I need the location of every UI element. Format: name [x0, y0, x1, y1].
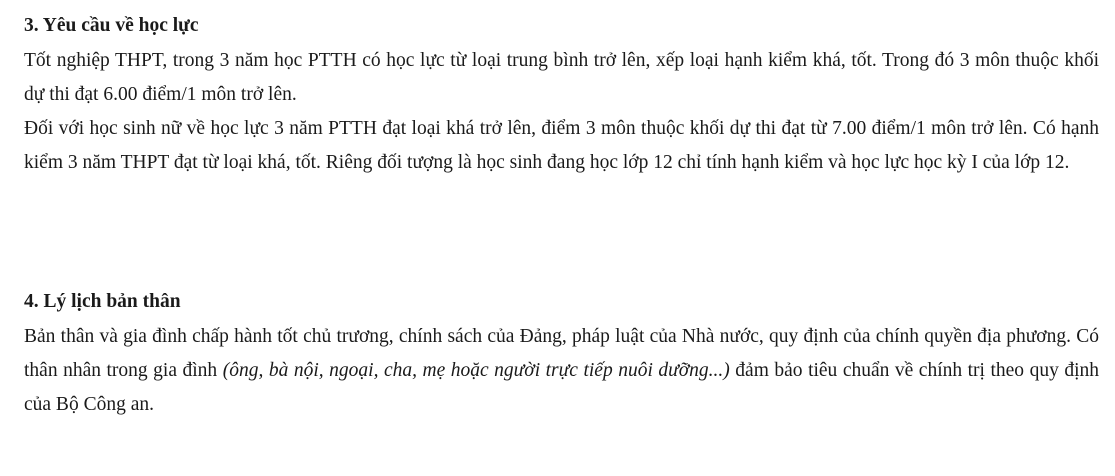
- section-personal-background: 4. Lý lịch bản thân Bản thân và gia đình…: [24, 288, 1099, 422]
- section-4-heading: 4. Lý lịch bản thân: [24, 291, 181, 312]
- section-3-heading: 3. Yêu cầu về học lực: [24, 15, 199, 36]
- section-3-paragraph-1: Tốt nghiệp THPT, trong 3 năm học PTTH có…: [24, 50, 1099, 105]
- section-4-italic-relatives: (ông, bà nội, ngoại, cha, mẹ hoặc người …: [222, 360, 730, 381]
- section-academic-requirements: 3. Yêu cầu về học lực Tốt nghiệp THPT, t…: [24, 12, 1099, 180]
- section-4-paragraph: Bản thân và gia đình chấp hành tốt chủ t…: [24, 320, 1099, 422]
- section-3-paragraph-2: Đối với học sinh nữ về học lực 3 năm PTT…: [24, 118, 1099, 173]
- document-page: 3. Yêu cầu về học lực Tốt nghiệp THPT, t…: [0, 0, 1115, 476]
